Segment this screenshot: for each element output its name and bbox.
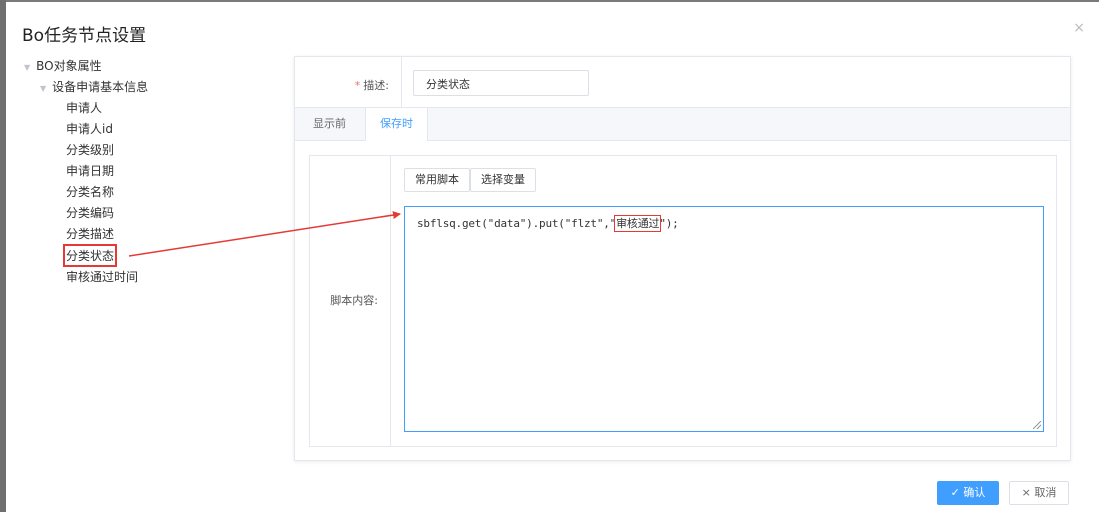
desc-label-text: 描述: [363,79,389,92]
script-label: 脚本内容: [330,294,378,307]
dialog: Bo任务节点设置 × ▼ BO对象属性 ▼ 设备申请基本信息 申请人 申请人id 分… [6,2,1099,512]
code-highlight: 审核通过 [614,215,662,232]
resize-grip-icon[interactable] [1033,421,1041,429]
script-code: sbflsq.get("data").put("flzt","审核通过"); [417,215,679,232]
code-prefix: sbflsq.get("data").put("flzt"," [417,217,617,230]
caret-down-icon[interactable]: ▼ [40,84,46,93]
desc-label: * 描述: [355,77,389,93]
tree-node-root[interactable]: ▼ BO对象属性 [24,57,102,74]
desc-label-cell: * 描述: [295,57,402,107]
tree-leaf[interactable]: 分类名称 [66,183,114,200]
tree-leaf[interactable]: 分类级别 [66,141,114,158]
desc-row: * 描述: 分类状态 [295,57,1070,108]
desc-input[interactable]: 分类状态 [413,70,589,96]
common-script-button[interactable]: 常用脚本 [404,168,470,192]
caret-down-icon[interactable]: ▼ [24,63,30,72]
script-label-cell: 脚本内容: [310,156,391,446]
confirm-button[interactable]: ✓ 确认 [937,481,999,505]
tree-leaf[interactable]: 申请日期 [66,162,114,179]
tree-node-root-label: BO对象属性 [36,59,102,73]
script-box: 脚本内容: 常用脚本 选择变量 sbflsq.get("data").put("… [309,155,1057,447]
tree-node-group[interactable]: ▼ 设备申请基本信息 [40,78,148,95]
tab-before-display[interactable]: 显示前 [299,108,360,140]
tab-on-save[interactable]: 保存时 [365,108,428,141]
code-suffix: "); [659,217,679,230]
tree-leaf[interactable]: 分类描述 [66,225,114,242]
tree-leaf[interactable]: 申请人 [66,99,102,116]
tree-leaf[interactable]: 分类编码 [66,204,114,221]
tree-leaf-selected[interactable]: 分类状态 [62,244,118,267]
script-editor[interactable]: sbflsq.get("data").put("flzt","审核通过"); [404,206,1044,432]
tree-leaf[interactable]: 审核通过时间 [66,268,138,285]
select-variable-button[interactable]: 选择变量 [470,168,536,192]
close-icon[interactable]: × [1073,20,1085,36]
form-panel: * 描述: 分类状态 显示前 保存时 脚本内容: 常用脚本 选择变量 sbflsq… [294,56,1071,461]
tab-bar: 显示前 保存时 [295,108,1070,141]
cancel-button[interactable]: × 取消 [1009,481,1069,505]
dialog-title: Bo任务节点设置 [22,26,147,46]
tree-leaf[interactable]: 申请人id [66,120,113,137]
tree-node-group-label: 设备申请基本信息 [52,80,149,94]
required-mark: * [354,79,361,92]
